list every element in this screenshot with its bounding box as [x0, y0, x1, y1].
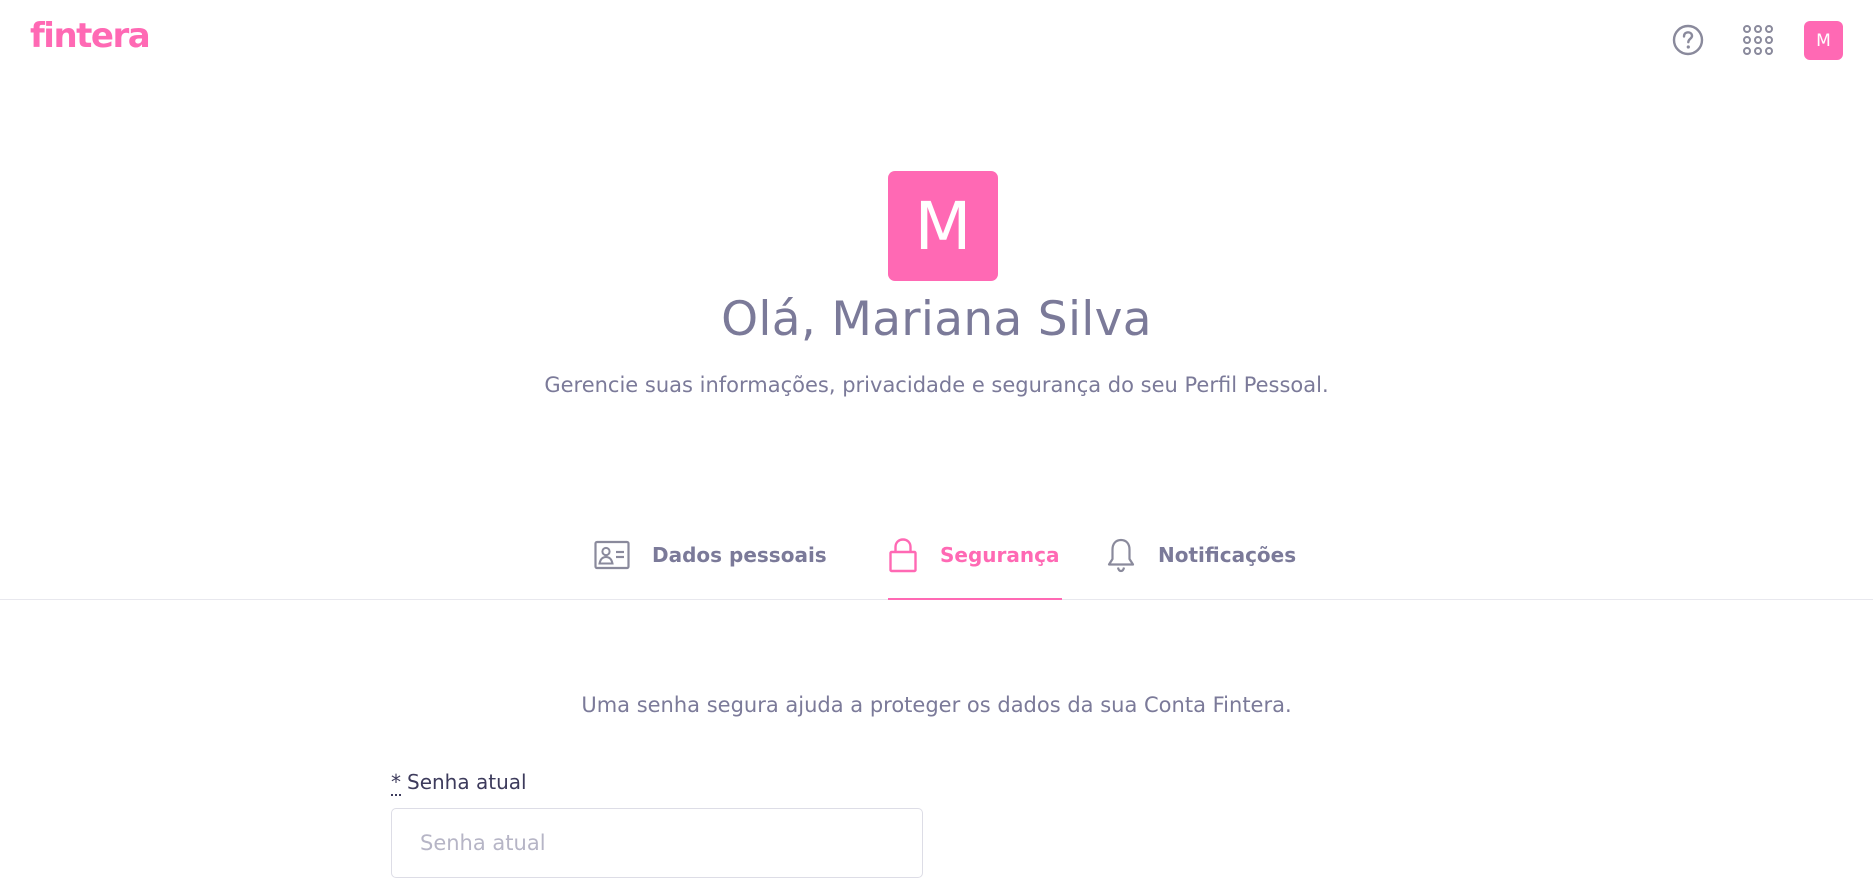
tab-security[interactable]: Segurança: [888, 510, 1062, 600]
user-avatar-button[interactable]: M: [1804, 21, 1843, 60]
current-password-label-text: Senha atual: [407, 770, 527, 794]
profile-tabs: Dados pessoais Segurança Notificações: [0, 510, 1873, 600]
current-password-input[interactable]: [391, 808, 923, 878]
required-marker: *: [391, 770, 401, 796]
tab-notifications[interactable]: Notificações: [1106, 510, 1296, 600]
help-circle-icon: [1672, 24, 1704, 56]
help-button[interactable]: [1668, 20, 1708, 60]
tab-personal-data[interactable]: Dados pessoais: [594, 510, 827, 600]
current-password-label: * Senha atual: [391, 770, 527, 796]
bell-icon: [1106, 537, 1136, 573]
id-card-icon: [594, 540, 630, 570]
security-intro-text: Uma senha segura ajuda a proteger os dad…: [581, 693, 1292, 717]
top-bar: fintera M: [0, 0, 1873, 82]
active-tab-indicator: [888, 598, 1062, 600]
page-subtitle: Gerencie suas informações, privacidade e…: [544, 373, 1329, 397]
fintera-logo[interactable]: fintera: [30, 16, 151, 56]
tab-label: Segurança: [940, 543, 1060, 567]
apps-grid-icon: [1743, 25, 1773, 55]
tab-label: Notificações: [1158, 543, 1297, 567]
tab-label: Dados pessoais: [652, 543, 827, 567]
apps-button[interactable]: [1738, 20, 1778, 60]
profile-avatar: M: [888, 171, 998, 281]
lock-icon: [888, 537, 918, 573]
page-title: Olá, Mariana Silva: [721, 292, 1152, 347]
